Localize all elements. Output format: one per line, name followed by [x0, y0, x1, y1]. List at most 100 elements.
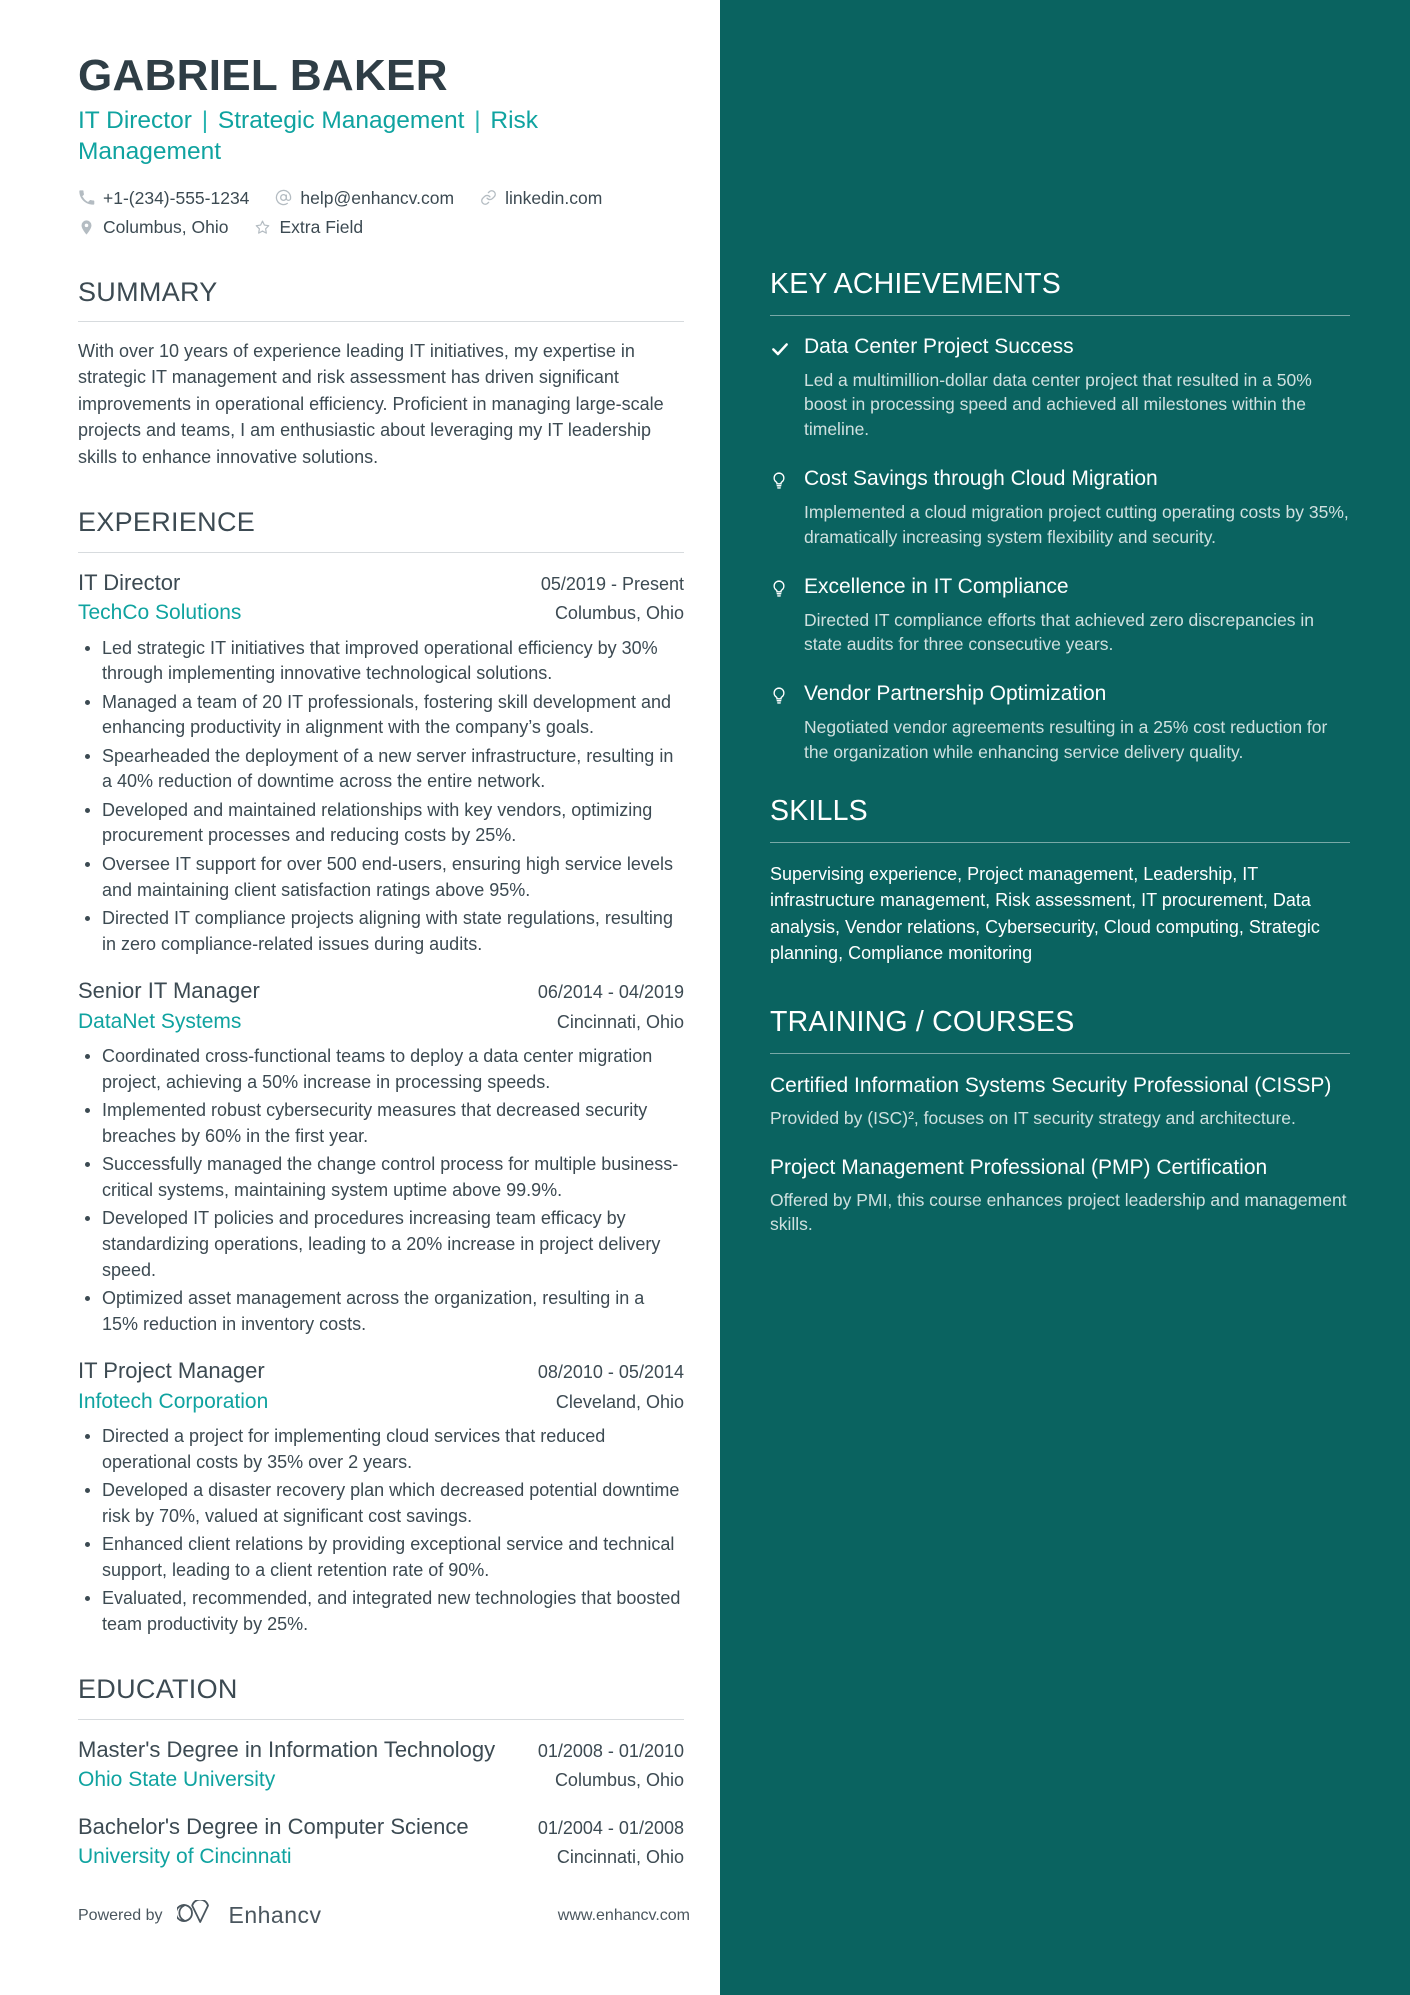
achievement-body: Cost Savings through Cloud Migration Impl… [804, 466, 1350, 550]
job-location: Cleveland, Ohio [555, 1391, 684, 1412]
job-title: IT Project Manager [78, 1358, 265, 1384]
achievement-body: Excellence in IT Compliance Directed IT c… [804, 574, 1350, 658]
contact-text: Columbus, Ohio [103, 217, 229, 238]
experience-bullet: Led strategic IT initiatives that improv… [85, 636, 684, 687]
achievement-item: Cost Savings through Cloud Migration Impl… [770, 466, 1350, 550]
experience-bullets: Led strategic IT initiatives that improv… [78, 636, 684, 958]
powered-by-label: Powered by [78, 1906, 163, 1924]
education-school[interactable]: Ohio State University [78, 1764, 275, 1794]
key-achievements-section: KEY ACHIEVEMENTS Data Center Project Suc… [770, 268, 1350, 765]
course-title: Project Management Professional (PMP) Ce… [770, 1156, 1268, 1180]
headline-part: IT Director [78, 107, 192, 135]
section-divider [770, 1053, 1350, 1055]
achievement-item: Excellence in IT Compliance Directed IT c… [770, 574, 1350, 658]
job-dates: 05/2019 - Present [540, 573, 684, 594]
experience-bullet: Developed a disaster recovery plan which… [85, 1478, 684, 1529]
education-entry: Bachelor's Degree in Computer Science 01/… [78, 1813, 684, 1872]
contact-item[interactable]: linkedin.com [480, 186, 602, 211]
section-divider [78, 1718, 684, 1720]
achievements-list: Data Center Project Success Led a multimi… [770, 334, 1350, 765]
education-degree-row: Master's Degree in Information Technolog… [78, 1736, 684, 1765]
experience-bullet: Directed a project for implementing clou… [85, 1424, 684, 1475]
education-location: Columbus, Ohio [554, 1770, 684, 1791]
education-dates: 01/2008 - 01/2010 [537, 1740, 684, 1761]
experience-bullet: Developed and maintained relationships w… [85, 798, 684, 849]
job-dates: 08/2010 - 05/2014 [537, 1362, 684, 1383]
contact-text: +1-(234)-555-1234 [103, 187, 250, 208]
contact-item[interactable]: Columbus, Ohio [78, 215, 228, 240]
job-location: Cincinnati, Ohio [556, 1011, 684, 1032]
enhancv-wordmark: Enhancv [228, 1902, 322, 1928]
experience-bullets: Coordinated cross-functional teams to de… [78, 1044, 684, 1337]
check-icon [770, 334, 804, 359]
achievement-description: Negotiated vendor agreements resulting i… [804, 717, 1328, 763]
education-heading: EDUCATION [78, 1674, 238, 1705]
headline-separator: | [194, 107, 215, 135]
experience-bullet: Developed IT policies and procedures inc… [85, 1206, 684, 1283]
contact-text: linkedin.com [505, 187, 603, 208]
experience-company-row: Infotech Corporation Cleveland, Ohio [78, 1386, 684, 1416]
lightbulb-icon [770, 466, 804, 491]
achievement-body: Vendor Partnership Optimization Negotiate… [804, 681, 1350, 765]
star-icon [254, 219, 271, 236]
education-dates: 01/2004 - 01/2008 [537, 1817, 684, 1838]
lightbulb-icon [770, 574, 804, 599]
experience-bullet: Coordinated cross-functional teams to de… [85, 1044, 684, 1095]
enhancv-logo-icon [174, 1898, 219, 1931]
link-icon [480, 189, 497, 206]
experience-bullet: Oversee IT support for over 500 end-user… [85, 852, 684, 903]
contact-item[interactable]: help@enhancv.com [275, 186, 454, 211]
contact-item[interactable]: Extra Field [254, 215, 363, 240]
job-location: Columbus, Ohio [554, 603, 684, 624]
achievement-description: Led a multimillion-dollar data center pr… [804, 369, 1312, 440]
skills-section: SKILLS Supervising experience, Project m… [770, 795, 1350, 967]
skills-heading: SKILLS [770, 794, 868, 827]
achievement-body: Data Center Project Success Led a multimi… [804, 334, 1350, 442]
course-description: Offered by PMI, this course enhances pro… [770, 1189, 1347, 1235]
education-school[interactable]: University of Cincinnati [78, 1841, 292, 1871]
education-degree: Bachelor's Degree in Computer Science [78, 1813, 469, 1839]
experience-bullet: Managed a team of 20 IT professionals, f… [85, 690, 684, 741]
website-url: www.enhancv.com [557, 1906, 690, 1924]
contact-item[interactable]: +1-(234)-555-1234 [78, 186, 249, 211]
at-sign-icon [275, 189, 292, 206]
experience-entry: Senior IT Manager 06/2014 - 04/2019 DataNe… [78, 977, 684, 1337]
experience-bullet: Optimized asset management across the or… [85, 1286, 684, 1337]
achievement-item: Data Center Project Success Led a multimi… [770, 334, 1350, 442]
experience-entry: IT Project Manager 08/2010 - 05/2014 Infot… [78, 1357, 684, 1637]
achievement-title: Excellence in IT Compliance [804, 574, 1069, 598]
experience-section: EXPERIENCE IT Director 05/2019 - Present T… [78, 506, 684, 1637]
training-section: TRAINING / COURSES Certified Information… [770, 1006, 1350, 1237]
job-company[interactable]: Infotech Corporation [78, 1386, 268, 1416]
headline-separator: | [467, 107, 488, 135]
education-school-row: University of Cincinnati Cincinnati, Ohio [78, 1841, 684, 1871]
job-company[interactable]: DataNet Systems [78, 1006, 241, 1036]
powered-by-group: Powered by Enhancv [78, 1898, 322, 1931]
section-divider [770, 314, 1350, 316]
candidate-headline: IT Director | Strategic Management | Ris… [78, 106, 684, 167]
course-description: Provided by (ISC)², focuses on IT securi… [770, 1107, 1296, 1128]
education-degree-row: Bachelor's Degree in Computer Science 01/… [78, 1813, 684, 1842]
contact-text: help@enhancv.com [300, 187, 455, 208]
experience-company-row: TechCo Solutions Columbus, Ohio [78, 597, 684, 627]
contact-row: Columbus, Ohio Extra Field [78, 215, 684, 240]
contact-text: Extra Field [279, 217, 364, 238]
achievement-description: Directed IT compliance efforts that achi… [804, 609, 1315, 655]
training-heading: TRAINING / COURSES [770, 1006, 1075, 1039]
sidebar: KEY ACHIEVEMENTS Data Center Project Suc… [720, 0, 1410, 1995]
experience-bullet: Enhanced client relations by providing e… [85, 1532, 684, 1583]
contact-info: +1-(234)-555-1234 help@enhancv.com linkedi… [78, 186, 684, 240]
course-item: Project Management Professional (PMP) Ce… [770, 1154, 1350, 1237]
education-section: EDUCATION Master's Degree in Information… [78, 1673, 684, 1871]
summary-heading: SUMMARY [78, 276, 218, 307]
course-item: Certified Information Systems Security P… [770, 1072, 1350, 1130]
candidate-name: GABRIEL BAKER [78, 51, 448, 100]
enhancv-brand: Enhancv [174, 1898, 322, 1931]
achievement-title: Data Center Project Success [804, 334, 1074, 358]
achievement-item: Vendor Partnership Optimization Negotiate… [770, 681, 1350, 765]
main-column: GABRIEL BAKER IT Director | Strategic Ma… [0, 0, 720, 1995]
experience-bullet: Implemented robust cybersecurity measure… [85, 1098, 684, 1149]
achievement-title: Cost Savings through Cloud Migration [804, 467, 1158, 491]
job-company[interactable]: TechCo Solutions [78, 597, 241, 627]
section-divider [78, 321, 684, 323]
